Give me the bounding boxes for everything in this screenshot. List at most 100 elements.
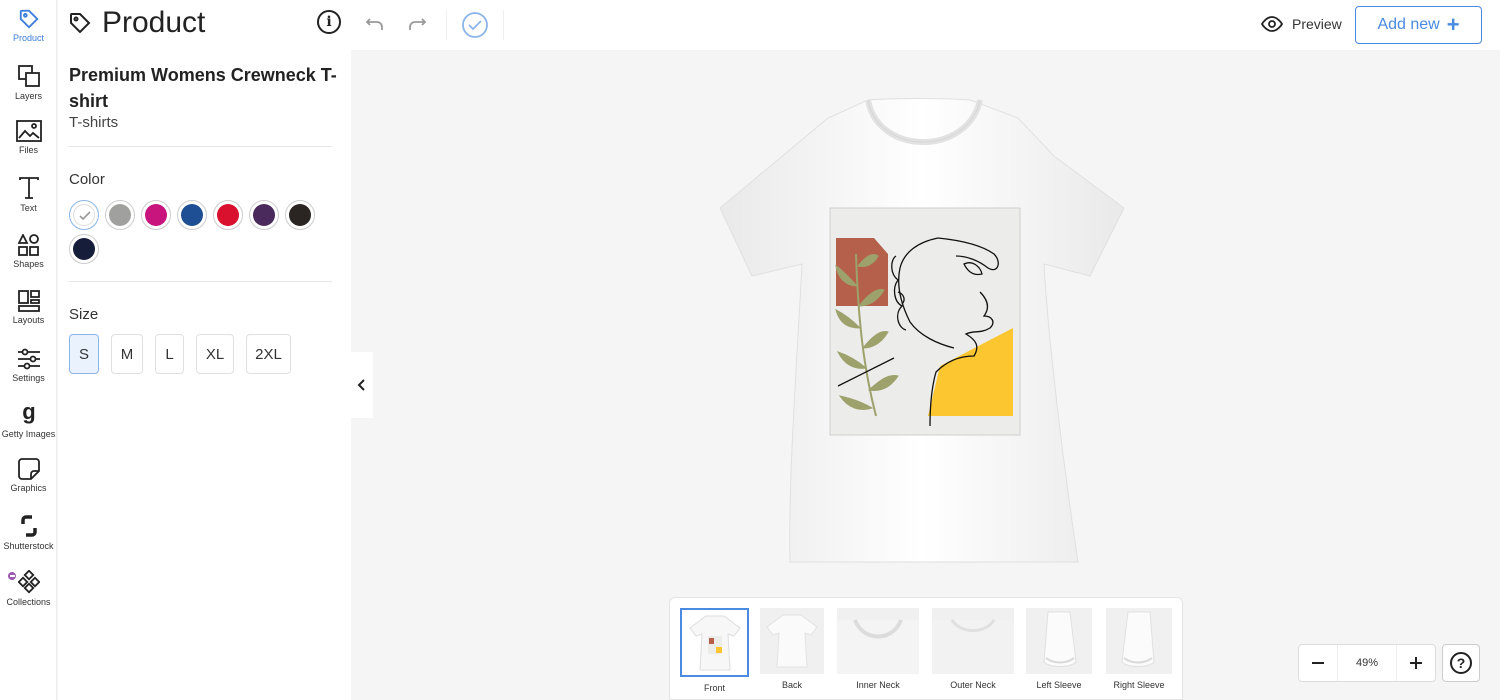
sliders-icon: [17, 348, 40, 370]
view-thumbnail: [1106, 608, 1172, 674]
rail-label: Layouts: [12, 315, 45, 325]
swatch-fill: [73, 204, 95, 226]
plus-icon: +: [1446, 12, 1460, 37]
panel-title: Product: [102, 6, 206, 39]
color-swatch[interactable]: [177, 200, 207, 230]
color-label: Color: [69, 171, 105, 188]
color-swatch[interactable]: [249, 200, 279, 230]
rail-item-collections[interactable]: Collections: [0, 570, 57, 607]
rail-item-shutterstock[interactable]: Shutterstock: [0, 514, 57, 551]
rail-item-getty-images[interactable]: g Getty Images: [0, 402, 57, 439]
rail-label: Settings: [12, 373, 45, 383]
view-front[interactable]: Front: [680, 608, 749, 693]
rail-item-layouts[interactable]: Layouts: [0, 290, 57, 325]
save-status-button[interactable]: [461, 11, 489, 44]
redo-icon: [409, 18, 427, 30]
plus-icon: [1410, 657, 1422, 669]
view-label: Right Sleeve: [1113, 680, 1165, 690]
view-label: Inner Neck: [856, 680, 900, 690]
rail-item-layers[interactable]: Layers: [0, 64, 57, 101]
help-icon: ?: [1450, 652, 1472, 674]
view-right-sleeve[interactable]: Right Sleeve: [1106, 608, 1172, 690]
rail-label: Shapes: [13, 259, 44, 269]
view-label: Front: [703, 683, 725, 693]
svg-text:g: g: [22, 402, 35, 424]
color-swatch[interactable]: [141, 200, 171, 230]
add-new-label: Add new: [1377, 16, 1440, 33]
size-option-xl[interactable]: XL: [196, 334, 234, 374]
color-swatch[interactable]: [105, 200, 135, 230]
shutterstock-icon: [20, 515, 37, 537]
view-label: Back: [781, 680, 802, 690]
color-swatch[interactable]: [285, 200, 315, 230]
size-option-s[interactable]: S: [69, 334, 99, 374]
help-button[interactable]: ?: [1442, 644, 1480, 682]
info-icon[interactable]: i: [317, 10, 341, 34]
text-icon: [18, 177, 39, 199]
zoom-in-button[interactable]: [1397, 645, 1435, 681]
image-icon: [15, 120, 42, 142]
collapse-panel-button[interactable]: [351, 352, 373, 418]
collections-icon: [17, 570, 40, 594]
artwork[interactable]: [829, 207, 1021, 436]
color-swatch[interactable]: [213, 200, 243, 230]
separator: [446, 10, 447, 40]
rail-label: Layers: [14, 91, 42, 101]
divider: [69, 146, 332, 147]
color-swatch[interactable]: [69, 234, 99, 264]
view-thumbnail: [760, 608, 824, 674]
view-back[interactable]: Back: [760, 608, 824, 690]
product-panel: Product i Premium Womens Crewneck T-shir…: [58, 0, 351, 700]
divider: [69, 281, 332, 282]
layouts-icon: [17, 290, 40, 312]
collections-badge: [6, 570, 18, 582]
size-label: Size: [69, 306, 99, 323]
zoom-out-button[interactable]: [1299, 645, 1337, 681]
eye-icon: [1261, 16, 1283, 32]
rail-item-shapes[interactable]: Shapes: [0, 234, 57, 269]
view-inner-neck[interactable]: Inner Neck: [837, 608, 919, 690]
swatch-fill: [145, 204, 167, 226]
rail-label: Files: [18, 145, 38, 155]
swatch-fill: [253, 204, 275, 226]
product-canvas[interactable]: [718, 96, 1126, 570]
rail-item-product[interactable]: Product: [0, 8, 57, 43]
check-icon: [79, 211, 91, 221]
panel-header: Product: [68, 6, 205, 40]
zoom-level: 49%: [1337, 645, 1397, 681]
add-new-button[interactable]: Add new +: [1355, 6, 1482, 44]
undo-icon: [365, 18, 383, 30]
view-left-sleeve[interactable]: Left Sleeve: [1026, 608, 1092, 690]
view-thumbnail: [1026, 608, 1092, 674]
preview-button[interactable]: Preview: [1261, 13, 1342, 35]
rail-item-files[interactable]: Files: [0, 120, 57, 155]
minus-icon: [1312, 662, 1324, 664]
getty-icon: g: [22, 402, 35, 424]
rail-label: Getty Images: [1, 429, 56, 439]
rail-label: Text: [20, 203, 37, 213]
sticker-icon: [17, 458, 40, 480]
left-toolbar: Product Layers Files Text Shapes Layouts…: [0, 0, 57, 700]
swatch-fill: [217, 204, 239, 226]
view-outer-neck[interactable]: Outer Neck: [932, 608, 1014, 690]
check-circle-icon: [462, 12, 488, 38]
size-option-2xl[interactable]: 2XL: [246, 334, 291, 374]
view-thumbnail: [837, 608, 919, 674]
swatch-fill: [289, 204, 311, 226]
rail-label: Collections: [6, 597, 51, 607]
view-thumbnail: [680, 608, 749, 677]
separator: [503, 10, 504, 40]
rail-item-settings[interactable]: Settings: [0, 348, 57, 383]
rail-item-graphics[interactable]: Graphics: [0, 458, 57, 493]
product-name: Premium Womens Crewneck T-shirt: [69, 65, 337, 111]
size-option-m[interactable]: M: [111, 334, 143, 374]
color-swatch[interactable]: [69, 200, 99, 230]
undo-button[interactable]: [365, 13, 385, 40]
rail-item-text[interactable]: Text: [0, 176, 57, 213]
views-strip: Front Back Inner Neck Outer Neck Left Sl…: [669, 597, 1183, 700]
view-thumbnail: [932, 608, 1014, 674]
layers-icon: [17, 65, 40, 87]
size-option-l[interactable]: L: [155, 334, 184, 374]
redo-button[interactable]: [407, 13, 427, 40]
rail-label: Product: [12, 33, 45, 43]
